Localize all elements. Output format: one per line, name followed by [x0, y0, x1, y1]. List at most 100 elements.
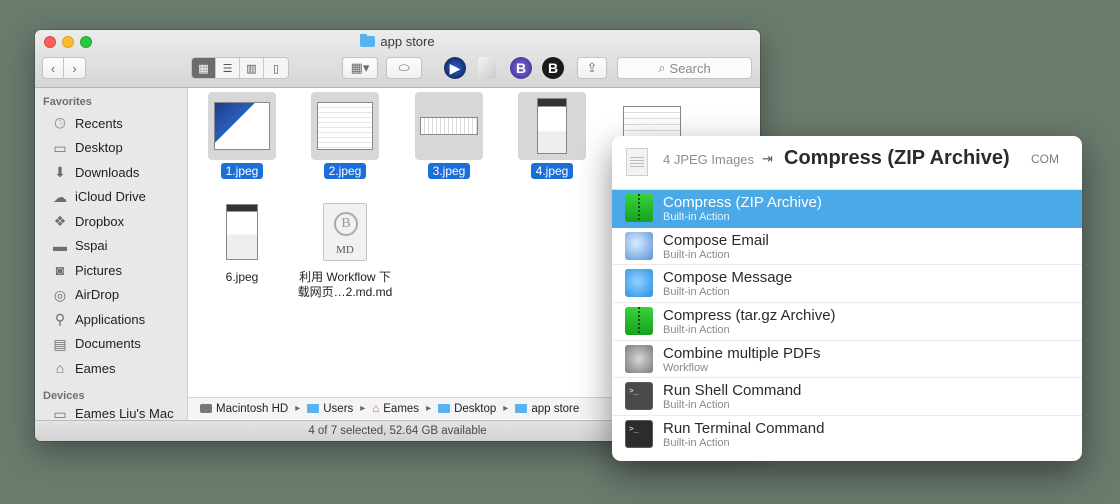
- result-subtitle: Built-in Action: [663, 324, 730, 337]
- clock-icon: 🕓︎: [54, 115, 66, 132]
- result-title: Compose Message: [663, 269, 793, 287]
- result-subtitle: Built-in Action: [663, 248, 730, 261]
- dropbox-icon: ❖: [53, 213, 67, 230]
- sidebar-item-icloud-drive[interactable]: ☁ iCloud Drive: [35, 185, 187, 210]
- sidebar-item-pictures[interactable]: ◙ Pictures: [35, 258, 187, 283]
- result-title: Compress (tar.gz Archive): [663, 307, 836, 325]
- file-name: 2.jpeg: [323, 163, 367, 179]
- tab-arrow-icon: ⇥: [762, 151, 773, 166]
- columns-icon: ▥: [246, 62, 257, 75]
- file-name: 4.jpeg: [530, 163, 574, 179]
- result-subtitle: Built-in Action: [663, 399, 730, 412]
- airdrop-icon: ◎: [53, 286, 67, 303]
- sidebar-item-eames[interactable]: ⌂ Eames: [35, 356, 187, 381]
- bold-app-icon[interactable]: B: [542, 57, 564, 79]
- search-field[interactable]: ⌕ Search: [617, 57, 752, 79]
- sidebar-item-recents[interactable]: 🕓︎ Recents: [35, 111, 187, 136]
- bookmark-app-icon[interactable]: B: [510, 57, 532, 79]
- folder-icon: ▬: [53, 237, 67, 254]
- file-name: 3.jpeg: [427, 163, 471, 179]
- result-item[interactable]: Compress (ZIP Archive) Built-in Action: [612, 190, 1082, 228]
- sidebar-item-applications[interactable]: ⚲ Applications: [35, 307, 187, 332]
- image-thumb-icon: [420, 117, 478, 135]
- result-item[interactable]: Compress (tar.gz Archive) Built-in Actio…: [612, 303, 1082, 341]
- icon-view-button[interactable]: ▦: [192, 58, 216, 78]
- tags-button[interactable]: ⬭: [386, 57, 422, 79]
- launchbar-panel: 4 JPEG Images ⇥ Compress (ZIP Archive) C…: [612, 136, 1082, 461]
- file-thumbnail: [518, 92, 586, 160]
- sidebar-item-sspai[interactable]: ▬ Sspai: [35, 234, 187, 259]
- result-item[interactable]: Run Terminal Command Built-in Action: [612, 416, 1082, 454]
- file-name: 1.jpeg: [220, 163, 264, 179]
- cloud-icon: ☁: [53, 188, 67, 205]
- gallery-view-button[interactable]: ▯: [264, 58, 288, 78]
- document-icon: [626, 148, 648, 176]
- forward-button[interactable]: ›: [64, 57, 86, 79]
- file-thumbnail: [208, 198, 276, 266]
- sidebar-item-downloads[interactable]: ⬇ Downloads: [35, 160, 187, 185]
- result-item[interactable]: Run Shell Command Built-in Action: [612, 378, 1082, 417]
- chevron-right-icon: ›: [72, 60, 77, 76]
- messages-icon: [625, 269, 653, 298]
- back-button[interactable]: ‹: [42, 57, 64, 79]
- result-title: Compress (ZIP Archive): [663, 194, 822, 211]
- sidebar-item-dropbox[interactable]: ❖ Dropbox: [35, 209, 187, 234]
- path-segment[interactable]: app store: [531, 403, 579, 415]
- home-icon: ⌂: [55, 360, 65, 377]
- file-item[interactable]: 6.jpeg: [192, 198, 292, 284]
- terminal-icon: [625, 420, 653, 449]
- file-name: 利用 Workflow 下 载网页…2.md.md: [297, 270, 393, 299]
- sidebar-item-desktop[interactable]: ▭ Desktop: [35, 136, 187, 161]
- arrange-button[interactable]: ▦▾: [342, 57, 378, 79]
- sidebar: Favorites 🕓︎ Recents ▭ Desktop ⬇ Downloads …: [35, 88, 188, 422]
- result-title: Compose Email: [663, 231, 769, 249]
- sidebar-item-airdrop[interactable]: ◎ AirDrop: [35, 283, 187, 308]
- grid-icon: ▦: [198, 62, 209, 75]
- result-item[interactable]: Combine multiple PDFs Workflow: [612, 341, 1082, 379]
- result-item[interactable]: Compose Message Built-in Action: [612, 265, 1082, 304]
- file-thumbnail: [208, 92, 276, 160]
- mail-icon: [625, 231, 653, 260]
- launchbar-header: 4 JPEG Images ⇥ Compress (ZIP Archive) C…: [612, 136, 1082, 190]
- file-item[interactable]: 1.jpeg: [192, 92, 292, 179]
- file-item[interactable]: 3.jpeg: [399, 92, 499, 179]
- search-placeholder: Search: [669, 60, 711, 76]
- file-item[interactable]: 4.jpeg: [502, 92, 602, 179]
- column-view-button[interactable]: ▥: [240, 58, 264, 78]
- image-thumb-icon: [214, 102, 270, 150]
- share-icon: ⇪: [586, 60, 598, 75]
- launchbar-subject: 4 JPEG Images: [663, 152, 755, 167]
- window-title: app store: [35, 34, 760, 49]
- devices-header: Devices: [43, 389, 85, 402]
- desktop-icon: ▭: [53, 139, 67, 156]
- result-item[interactable]: Compose Email Built-in Action: [612, 228, 1082, 266]
- file-thumbnail: B MD: [311, 198, 379, 266]
- view-switcher: ▦ ☰ ▥ ▯: [191, 57, 289, 79]
- file-name: 6.jpeg: [225, 270, 259, 284]
- path-segment[interactable]: Users: [323, 403, 353, 415]
- downloads-icon: ⬇: [54, 164, 66, 181]
- file-item[interactable]: 2.jpeg: [295, 92, 395, 179]
- folder-icon: [438, 404, 451, 413]
- disk-icon: [200, 404, 212, 413]
- arrange-icon: ▦▾: [350, 60, 370, 75]
- sidebar-item-documents[interactable]: ▤ Documents: [35, 332, 187, 357]
- path-segment[interactable]: Desktop: [454, 403, 496, 415]
- file-item[interactable]: B MD 利用 Workflow 下 载网页…2.md.md: [293, 198, 397, 300]
- list-view-button[interactable]: ☰: [216, 58, 240, 78]
- folder-icon: [515, 404, 528, 413]
- image-thumb-icon: [537, 98, 567, 154]
- app-launcher-icon[interactable]: ▶: [444, 57, 466, 79]
- share-button[interactable]: ⇪: [577, 57, 607, 79]
- result-title: Run Terminal Command: [663, 420, 825, 438]
- notes-app-icon[interactable]: [478, 57, 496, 79]
- result-subtitle: Built-in Action: [663, 286, 730, 299]
- file-thumbnail: [311, 92, 379, 160]
- path-segment[interactable]: Eames: [383, 403, 419, 415]
- launchbar-abbreviation: COM: [1031, 152, 1059, 166]
- path-segment[interactable]: Macintosh HD: [216, 403, 288, 415]
- list-icon: ☰: [222, 62, 233, 75]
- chevron-left-icon: ‹: [50, 60, 56, 76]
- folder-icon: [307, 404, 320, 413]
- result-title: Run Shell Command: [663, 382, 802, 400]
